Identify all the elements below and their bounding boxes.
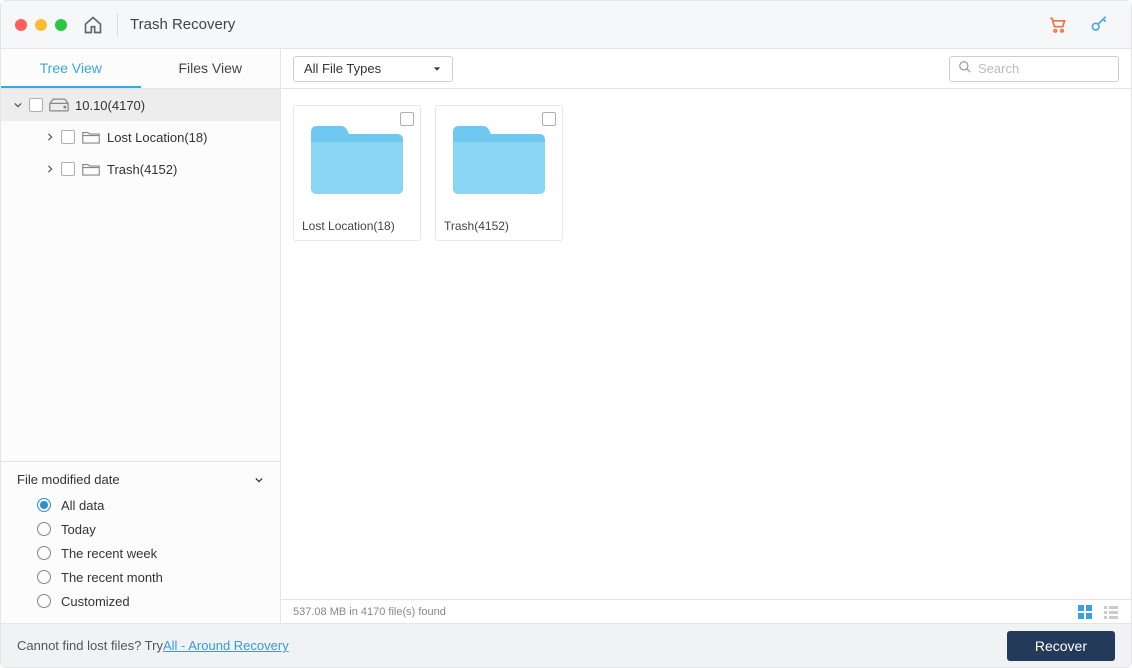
cart-button[interactable]: [1045, 13, 1069, 37]
filetype-dropdown[interactable]: All File Types: [293, 56, 453, 82]
window-controls: [15, 19, 67, 31]
filter-option-customized[interactable]: Customized: [37, 589, 264, 613]
filter-section: File modified date All data Today The re…: [1, 461, 280, 623]
radio-icon: [37, 570, 51, 584]
grid-icon: [1077, 604, 1093, 620]
folder-outline-icon: [81, 130, 101, 144]
tree-child-checkbox[interactable]: [61, 162, 75, 176]
grid-area: Lost Location(18) Trash(4152): [281, 89, 1131, 599]
folder-card-trash[interactable]: Trash(4152): [435, 105, 563, 241]
tree-child-lost-location[interactable]: Lost Location(18): [1, 121, 280, 153]
recover-button[interactable]: Recover: [1007, 631, 1115, 661]
minimize-window-button[interactable]: [35, 19, 47, 31]
footer: Cannot find lost files? Try All - Around…: [1, 623, 1131, 667]
filter-options: All data Today The recent week The recen…: [17, 493, 264, 613]
home-button[interactable]: [79, 1, 113, 48]
tree-child-checkbox[interactable]: [61, 130, 75, 144]
folder-card-lost-location[interactable]: Lost Location(18): [293, 105, 421, 241]
filter-option-all-data[interactable]: All data: [37, 493, 264, 517]
maximize-window-button[interactable]: [55, 19, 67, 31]
tree-child-label: Trash(4152): [107, 162, 177, 177]
grid-view-toggle[interactable]: [1077, 604, 1093, 620]
sidebar-tabs: Tree View Files View: [1, 49, 280, 89]
key-icon: [1089, 15, 1109, 35]
radio-icon: [37, 594, 51, 608]
tree-root-row[interactable]: 10.10(4170): [1, 89, 280, 121]
search-input[interactable]: [978, 61, 1110, 76]
filter-header[interactable]: File modified date: [17, 472, 264, 487]
filter-option-label: The recent month: [61, 570, 163, 585]
filter-option-label: All data: [61, 498, 104, 513]
toolbar: All File Types: [281, 49, 1131, 89]
filter-option-label: Today: [61, 522, 96, 537]
drive-icon: [49, 98, 69, 112]
tree-child-trash[interactable]: Trash(4152): [1, 153, 280, 185]
titlebar-actions: [1045, 13, 1117, 37]
list-icon: [1103, 604, 1119, 620]
card-checkbox[interactable]: [542, 112, 556, 126]
tree-root-label: 10.10(4170): [75, 98, 145, 113]
tab-files-view[interactable]: Files View: [141, 49, 281, 88]
list-view-toggle[interactable]: [1103, 604, 1119, 620]
search-box[interactable]: [949, 56, 1119, 82]
radio-icon: [37, 546, 51, 560]
home-icon: [83, 15, 103, 35]
chevron-down-icon[interactable]: [13, 101, 23, 109]
filetype-dropdown-label: All File Types: [304, 61, 381, 76]
footer-prompt: Cannot find lost files? Try: [17, 638, 163, 653]
sidebar: Tree View Files View 10.10(4170): [1, 49, 281, 623]
folder-outline-icon: [81, 162, 101, 176]
titlebar: Trash Recovery: [1, 1, 1131, 49]
chevron-right-icon[interactable]: [45, 133, 55, 141]
main: All File Types: [281, 49, 1131, 623]
filter-option-label: Customized: [61, 594, 130, 609]
search-icon: [958, 60, 972, 77]
chevron-down-icon: [254, 472, 264, 487]
titlebar-divider: [117, 13, 118, 37]
radio-icon: [37, 522, 51, 536]
chevron-right-icon[interactable]: [45, 165, 55, 173]
statusbar: 537.08 MB in 4170 file(s) found: [281, 599, 1131, 623]
filter-option-recent-week[interactable]: The recent week: [37, 541, 264, 565]
page-title: Trash Recovery: [130, 16, 235, 33]
content: Tree View Files View 10.10(4170): [1, 49, 1131, 623]
radio-icon: [37, 498, 51, 512]
filter-option-today[interactable]: Today: [37, 517, 264, 541]
filter-option-label: The recent week: [61, 546, 157, 561]
tree-root-checkbox[interactable]: [29, 98, 43, 112]
caret-down-icon: [432, 61, 442, 76]
filter-option-recent-month[interactable]: The recent month: [37, 565, 264, 589]
key-button[interactable]: [1087, 13, 1111, 37]
cart-icon: [1047, 15, 1067, 35]
tree: 10.10(4170) Lost Location(18): [1, 89, 280, 461]
card-label: Trash(4152): [436, 212, 562, 240]
tree-child-label: Lost Location(18): [107, 130, 207, 145]
status-text: 537.08 MB in 4170 file(s) found: [293, 606, 446, 618]
card-checkbox[interactable]: [400, 112, 414, 126]
close-window-button[interactable]: [15, 19, 27, 31]
card-label: Lost Location(18): [294, 212, 420, 240]
all-around-recovery-link[interactable]: All - Around Recovery: [163, 638, 289, 653]
tab-tree-view[interactable]: Tree View: [1, 49, 141, 88]
view-toggles: [1077, 604, 1119, 620]
filter-heading: File modified date: [17, 472, 120, 487]
